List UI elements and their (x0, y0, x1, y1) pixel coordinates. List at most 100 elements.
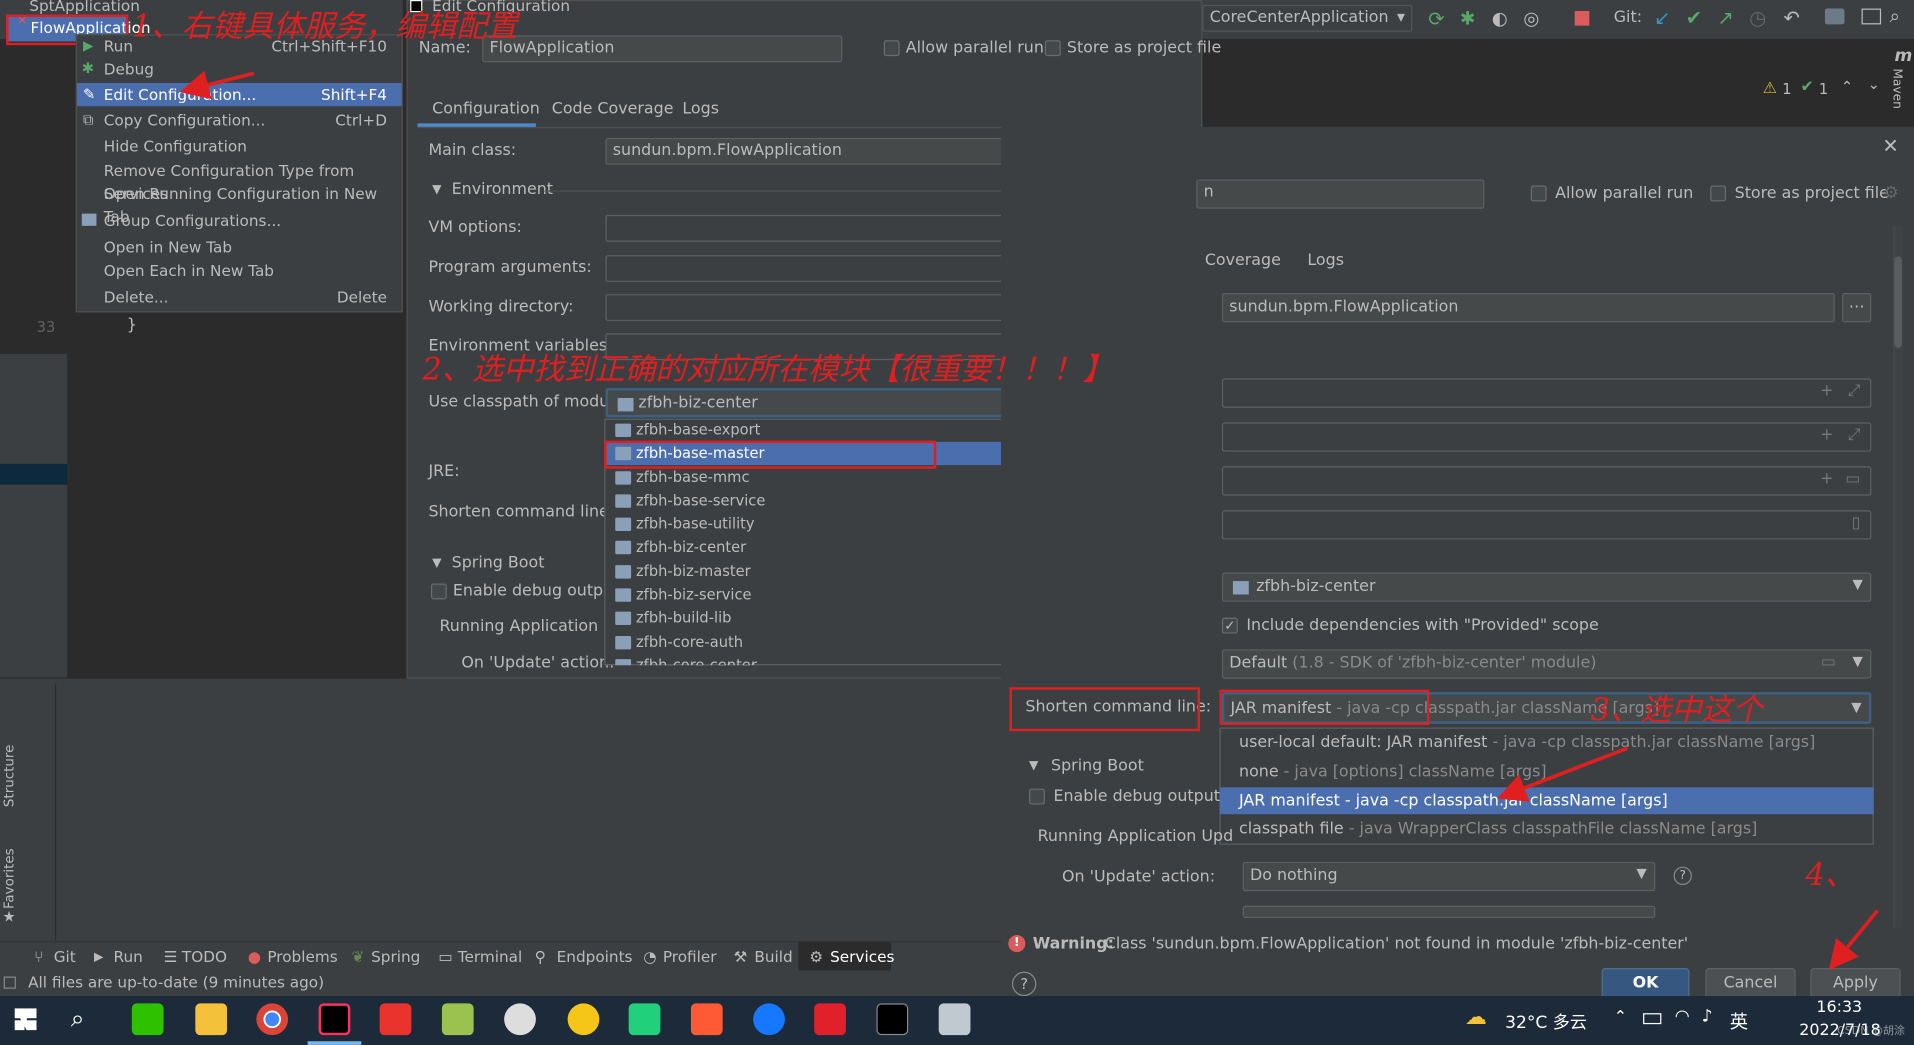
check-icon[interactable]: ✔ (1801, 78, 1814, 96)
tool-todo[interactable]: TODO (182, 947, 227, 965)
ime-indicator[interactable]: 英 (1730, 1008, 1748, 1034)
menu-open-running[interactable]: Open Running Configuration in New Tab (77, 182, 402, 226)
git-commit-icon[interactable]: ✔ (1686, 6, 1702, 29)
spring-expand-icon-2[interactable]: ▼ (1029, 759, 1038, 772)
allow-parallel-checkbox[interactable] (883, 40, 900, 57)
tray-chevron-icon[interactable]: ⌃ (1614, 1008, 1627, 1026)
side-tool-structure[interactable]: Structure (1, 745, 17, 807)
apply-button[interactable]: Apply (1810, 968, 1901, 1000)
stop-icon[interactable] (1574, 10, 1590, 26)
app-icon[interactable] (504, 1003, 536, 1036)
tab-logs[interactable]: Logs (682, 100, 719, 118)
app-icon[interactable] (628, 1003, 661, 1036)
wechat-icon[interactable] (131, 1003, 164, 1036)
menu-edit-configuration[interactable]: ✎ Edit Configuration... Shift+F4 (76, 83, 402, 107)
map-icon[interactable] (753, 1003, 785, 1036)
tool-spring[interactable]: Spring (371, 947, 420, 965)
help-icon[interactable]: ? (1673, 866, 1692, 886)
browse-button-2[interactable]: … (1842, 292, 1872, 323)
debug-bug-icon[interactable]: ✱ (1460, 7, 1475, 29)
menu-hide-configuration[interactable]: Hide Configuration (77, 134, 402, 157)
intellij-taskbar-icon[interactable] (318, 1003, 351, 1036)
enable-debug-checkbox-2[interactable] (1029, 788, 1045, 805)
file-explorer-icon[interactable] (195, 1003, 228, 1036)
spring-expand-icon[interactable]: ▼ (432, 557, 441, 570)
run-config-selector[interactable]: CoreCenterApplication ▾ (1202, 4, 1413, 32)
menu-open-new-tab[interactable]: Open in New Tab (77, 236, 402, 259)
wps-icon[interactable] (379, 1003, 412, 1036)
shorten-option[interactable]: user-local default: JAR manifest - java … (1239, 734, 1815, 752)
history-icon[interactable]: ◷ (1749, 6, 1766, 29)
env-vars-input-2[interactable]: ▯ (1221, 510, 1872, 540)
menu-copy-configuration[interactable]: ⧉ Copy Configuration... Ctrl+D (77, 109, 402, 132)
wifi-icon[interactable]: ◠ (1675, 1007, 1690, 1027)
menu-debug[interactable]: ✱ Debug (77, 57, 402, 80)
tool-profiler[interactable]: Profiler (663, 947, 717, 965)
tool-terminal[interactable]: Terminal (458, 947, 522, 965)
name-input-2[interactable]: n (1196, 179, 1485, 209)
youdao-icon[interactable] (814, 1003, 846, 1036)
allow-parallel-checkbox-2[interactable] (1530, 185, 1547, 202)
menu-group-configurations[interactable]: Group Configurations... (77, 209, 402, 232)
cancel-button[interactable]: Cancel (1705, 968, 1796, 1000)
app-icon[interactable] (567, 1003, 600, 1036)
program-args-input-2[interactable]: + ⤢ (1221, 422, 1872, 452)
volume-icon[interactable]: ♪ (1702, 1007, 1713, 1027)
store-project-checkbox-2[interactable] (1710, 185, 1727, 202)
rollback-icon[interactable]: ↶ (1783, 6, 1799, 29)
vm-options-input-2[interactable]: + ⤢ (1221, 378, 1872, 408)
jre-select-2[interactable]: Default (1.8 - SDK of 'zfbh-biz-center' … (1221, 649, 1872, 679)
on-update-select-2[interactable]: Do nothing ▼ (1242, 861, 1656, 892)
spt-app-item[interactable]: SptApplication (29, 0, 140, 15)
weather-text[interactable]: 32°C 多云 (1505, 1010, 1587, 1034)
enable-debug-checkbox-1[interactable] (430, 583, 447, 600)
tab-coverage-2[interactable]: Coverage (1205, 251, 1281, 269)
weather-icon[interactable]: ☁ (1465, 1005, 1487, 1031)
help-circle-icon[interactable]: ? (1011, 971, 1037, 997)
project-structure-icon[interactable] (1824, 8, 1845, 25)
chevron-up-icon[interactable]: ⌃ (1841, 78, 1853, 95)
menu-delete[interactable]: Delete... Delete (77, 286, 402, 309)
shorten-option[interactable]: none - java [options] className [args] (1239, 763, 1547, 781)
menu-remove-type[interactable]: Remove Configuration Type from Services (77, 159, 402, 203)
include-deps-checkbox[interactable]: ✓ (1221, 617, 1238, 634)
store-project-checkbox[interactable] (1044, 40, 1061, 57)
layout-icon[interactable] (1861, 8, 1882, 25)
dialog2-scroll-thumb[interactable] (1894, 256, 1902, 348)
coverage-icon[interactable]: ◐ (1492, 7, 1508, 29)
star-icon[interactable]: ★ (2, 908, 15, 925)
tool-services[interactable]: Services (830, 947, 894, 965)
tool-build[interactable]: Build (754, 947, 792, 965)
tab-logs-2[interactable]: Logs (1307, 251, 1344, 269)
tool-problems[interactable]: Problems (267, 947, 337, 965)
on-frame-select-2[interactable] (1242, 905, 1656, 918)
chrome-icon[interactable] (256, 1003, 289, 1036)
clock-time[interactable]: 16:33 (1816, 999, 1862, 1017)
folder-icon[interactable]: ▭ (1821, 653, 1836, 671)
tool-endpoints[interactable]: Endpoints (557, 947, 633, 965)
warning-icon[interactable]: ⚠ (1763, 79, 1777, 97)
shorten-option[interactable]: classpath file - java WrapperClass class… (1239, 820, 1757, 838)
name-input[interactable]: FlowApplication (482, 35, 843, 63)
git-update-icon[interactable]: ↙ (1654, 6, 1670, 29)
side-tool-favorites[interactable]: Favorites (1, 848, 17, 909)
app-icon[interactable] (938, 1003, 971, 1036)
terminal-taskbar-icon[interactable] (876, 1003, 909, 1036)
status-square-icon[interactable] (3, 976, 16, 989)
classpath-select-2[interactable]: zfbh-biz-center ▼ (1221, 572, 1872, 602)
tab-configuration[interactable]: Configuration (432, 100, 540, 118)
tab-code-coverage[interactable]: Code Coverage (552, 100, 674, 118)
gear-icon[interactable]: ⚙ (1884, 183, 1899, 203)
tool-run[interactable]: Run (114, 947, 143, 965)
maven-label[interactable]: Maven (1890, 68, 1903, 108)
profiler-icon[interactable]: ◎ (1523, 7, 1539, 29)
refresh-icon[interactable]: ⟳ (1428, 7, 1444, 30)
maven-m-icon[interactable]: m (1895, 46, 1913, 66)
working-dir-input-2[interactable]: + ▭ (1221, 466, 1872, 496)
chevron-down-icon[interactable]: ▼ (1852, 653, 1862, 669)
main-class-input-2[interactable]: sundun.bpm.FlowApplication (1221, 292, 1835, 323)
close-icon[interactable]: ✕ (1882, 134, 1898, 157)
search-icon[interactable]: ⌕ (1890, 5, 1900, 27)
menu-open-each[interactable]: Open Each in New Tab (77, 259, 402, 282)
battery-icon[interactable] (1643, 1013, 1662, 1025)
